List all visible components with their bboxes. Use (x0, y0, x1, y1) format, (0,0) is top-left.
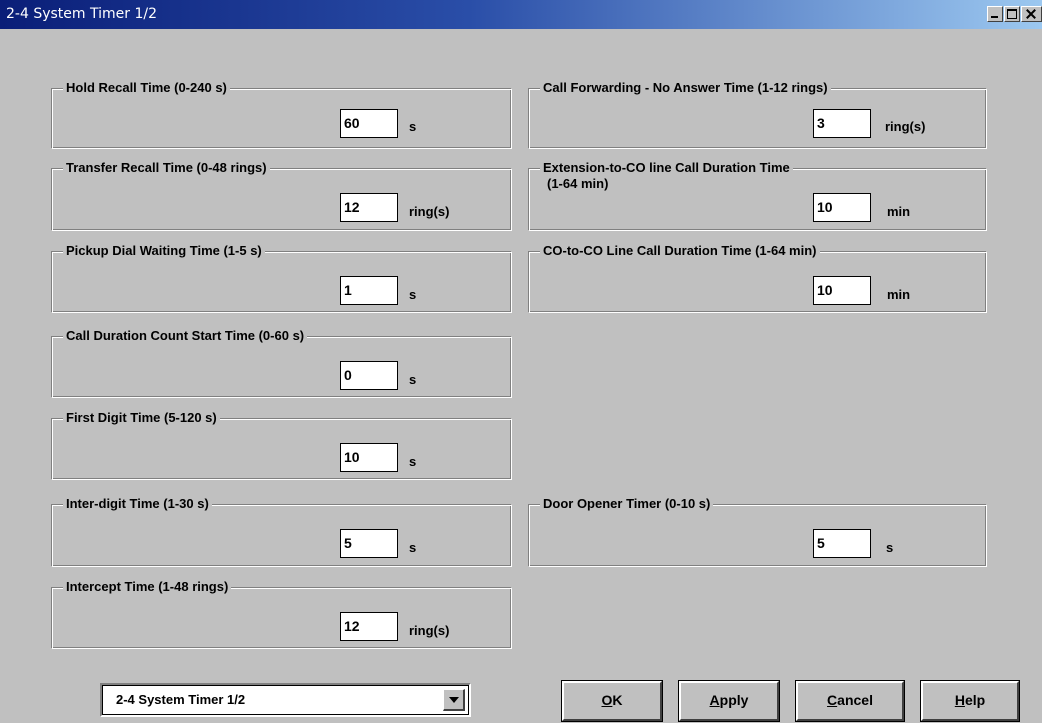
cancel-label-rest: ancel (837, 692, 873, 708)
call-forwarding-no-answer-time-input[interactable]: 3 (813, 109, 871, 138)
unit-label: s (409, 454, 417, 469)
group-label: Extension-to-CO line Call Duration Time … (540, 160, 793, 192)
minimize-icon[interactable] (987, 6, 1003, 22)
group-transfer-recall-time: Transfer Recall Time (0-48 rings) 12 rin… (51, 160, 512, 231)
unit-label: min (887, 204, 911, 219)
group-label: Hold Recall Time (0-240 s) (63, 80, 230, 96)
unit-label: s (409, 287, 417, 302)
ok-label-rest: K (612, 692, 623, 708)
group-label: Call Forwarding - No Answer Time (1-12 r… (540, 80, 831, 96)
unit-label: ring(s) (409, 204, 450, 219)
unit-label: s (409, 540, 417, 555)
group-label-line1: Extension-to-CO line Call Duration Time (543, 160, 790, 175)
inter-digit-time-input[interactable]: 5 (340, 529, 398, 558)
title-bar: 2-4 System Timer 1/2 (0, 0, 1042, 29)
page-select-value: 2-4 System Timer 1/2 (116, 692, 246, 707)
group-co-to-co-line-call-duration-time: CO-to-CO Line Call Duration Time (1-64 m… (528, 243, 987, 313)
ok-button[interactable]: OK (562, 681, 662, 721)
door-opener-timer-input[interactable]: 5 (813, 529, 871, 558)
group-call-duration-count-start-time: Call Duration Count Start Time (0-60 s) … (51, 328, 512, 398)
pickup-dial-waiting-time-input[interactable]: 1 (340, 276, 398, 305)
unit-label: s (409, 119, 417, 134)
group-door-opener-timer: Door Opener Timer (0-10 s) 5 s (528, 496, 987, 567)
group-label-line2: (1-64 min) (547, 176, 609, 191)
unit-label: s (409, 372, 417, 387)
hold-recall-time-input[interactable]: 60 (340, 109, 398, 138)
close-icon[interactable] (1021, 6, 1042, 22)
unit-label: ring(s) (409, 623, 450, 638)
unit-label: ring(s) (885, 119, 926, 134)
group-call-forwarding-no-answer-time: Call Forwarding - No Answer Time (1-12 r… (528, 80, 987, 149)
maximize-icon[interactable] (1004, 6, 1020, 22)
intercept-time-input[interactable]: 12 (340, 612, 398, 641)
group-intercept-time: Intercept Time (1-48 rings) 12 ring(s) (51, 579, 512, 649)
co-to-co-line-call-duration-time-input[interactable]: 10 (813, 276, 871, 305)
group-hold-recall-time: Hold Recall Time (0-240 s) 60 s (51, 80, 512, 149)
group-label: Intercept Time (1-48 rings) (63, 579, 232, 595)
ok-mnemonic: O (601, 692, 613, 708)
cancel-mnemonic: C (827, 692, 838, 708)
group-pickup-dial-waiting-time: Pickup Dial Waiting Time (1-5 s) 1 s (51, 243, 512, 313)
unit-label: s (886, 540, 894, 555)
group-inter-digit-time: Inter-digit Time (1-30 s) 5 s (51, 496, 512, 567)
group-label: Inter-digit Time (1-30 s) (63, 496, 212, 512)
group-label: Call Duration Count Start Time (0-60 s) (63, 328, 308, 344)
apply-label-rest: pply (719, 692, 749, 708)
extension-to-co-line-call-duration-time-input[interactable]: 10 (813, 193, 871, 222)
group-label: Door Opener Timer (0-10 s) (540, 496, 714, 512)
apply-mnemonic: A (709, 692, 720, 708)
cancel-button[interactable]: Cancel (796, 681, 904, 721)
call-duration-count-start-time-input[interactable]: 0 (340, 361, 398, 390)
group-label: Transfer Recall Time (0-48 rings) (63, 160, 270, 176)
page-select-dropdown[interactable]: 2-4 System Timer 1/2 (100, 683, 471, 717)
first-digit-time-input[interactable]: 10 (340, 443, 398, 472)
help-button[interactable]: Help (921, 681, 1019, 721)
group-label: CO-to-CO Line Call Duration Time (1-64 m… (540, 243, 820, 259)
group-extension-to-co-line-call-duration-time: Extension-to-CO line Call Duration Time … (528, 160, 987, 231)
unit-label: min (887, 287, 911, 302)
help-mnemonic: H (954, 692, 965, 708)
window-title: 2-4 System Timer 1/2 (6, 6, 157, 22)
group-label: First Digit Time (5-120 s) (63, 410, 220, 426)
transfer-recall-time-input[interactable]: 12 (340, 193, 398, 222)
help-label-rest: elp (964, 692, 986, 708)
group-label: Pickup Dial Waiting Time (1-5 s) (63, 243, 265, 259)
group-first-digit-time: First Digit Time (5-120 s) 10 s (51, 410, 512, 480)
dropdown-arrow-icon[interactable] (443, 689, 465, 711)
apply-button[interactable]: Apply (679, 681, 779, 721)
